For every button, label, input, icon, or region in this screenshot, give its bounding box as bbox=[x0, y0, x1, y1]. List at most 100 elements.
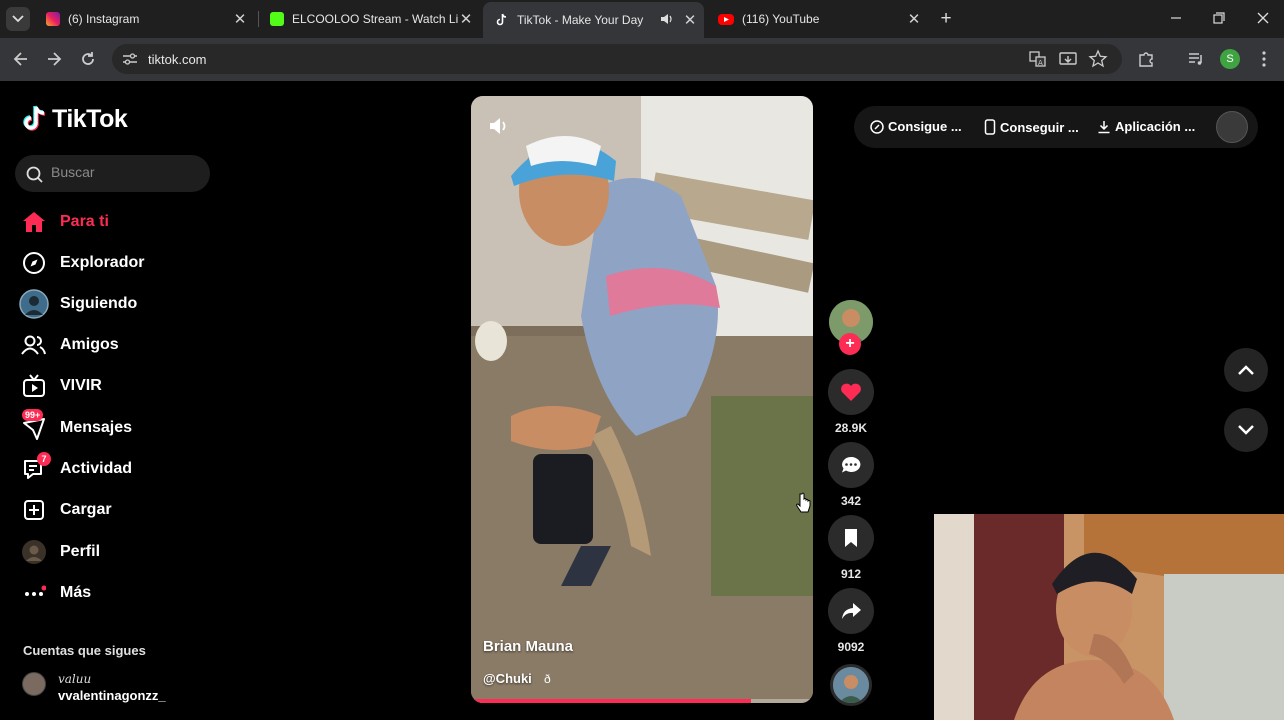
search-input[interactable] bbox=[51, 164, 201, 180]
extensions-icon[interactable] bbox=[1136, 49, 1156, 69]
follow-button[interactable]: + bbox=[839, 333, 861, 355]
tab-title: TikTok - Make Your Day bbox=[517, 13, 644, 27]
download-icon bbox=[1098, 120, 1110, 133]
messages-badge: 99+ bbox=[22, 409, 44, 421]
like-action[interactable]: 28.9K bbox=[828, 369, 874, 435]
following-accounts-heading: Cuentas que sigues bbox=[23, 643, 146, 658]
nav-item-cargar[interactable]: Cargar bbox=[18, 493, 218, 527]
nav-item-explorador[interactable]: Explorador bbox=[18, 246, 218, 280]
minimize-icon[interactable] bbox=[1166, 8, 1186, 28]
comment-button[interactable] bbox=[828, 442, 874, 488]
site-info-icon[interactable] bbox=[122, 52, 138, 66]
get-app-button[interactable]: Conseguir ... bbox=[984, 119, 1079, 135]
webcam-feed bbox=[934, 514, 1284, 720]
tab-youtube[interactable]: (116) YouTube ✕ bbox=[706, 4, 928, 34]
volume-icon[interactable] bbox=[489, 116, 511, 136]
address-bar[interactable]: tiktok.com bbox=[112, 44, 1122, 74]
video-handle[interactable]: @Chuki bbox=[483, 671, 532, 686]
close-window-icon[interactable] bbox=[1253, 8, 1273, 28]
user-avatar[interactable] bbox=[1216, 111, 1248, 143]
nav-item-mas[interactable]: Más bbox=[18, 576, 218, 610]
share-arrow-icon bbox=[842, 603, 861, 619]
close-icon[interactable]: ✕ bbox=[682, 11, 698, 29]
previous-video-button[interactable] bbox=[1224, 348, 1268, 392]
chevron-up-icon bbox=[1238, 365, 1254, 375]
kebab-menu-icon[interactable] bbox=[1254, 49, 1274, 69]
nav-item-para-ti[interactable]: Para ti bbox=[18, 205, 218, 239]
nav-label: VIVIR bbox=[60, 377, 102, 394]
tiktok-icon bbox=[23, 105, 46, 131]
instagram-icon bbox=[46, 12, 60, 26]
nav-label: Explorador bbox=[60, 254, 145, 271]
more-icon bbox=[18, 577, 50, 609]
browser-toolbar: tiktok.com A S bbox=[0, 38, 1284, 81]
nav-item-actividad[interactable]: 7 Actividad bbox=[18, 452, 218, 486]
nav-item-vivir[interactable]: VIVIR bbox=[18, 369, 218, 403]
nav-item-siguiendo[interactable]: Siguiendo bbox=[18, 287, 218, 321]
account-username: vvalentinagonzz_ bbox=[58, 688, 166, 703]
bookmark-star-icon[interactable] bbox=[1088, 49, 1108, 69]
save-button[interactable] bbox=[828, 515, 874, 561]
restore-icon[interactable] bbox=[1209, 8, 1229, 28]
tab-tiktok[interactable]: TikTok - Make Your Day ✕ bbox=[483, 2, 704, 38]
browser-tab-bar: (6) Instagram ✕ ELCOOLOO Stream - Watch … bbox=[0, 0, 1284, 38]
reload-icon[interactable] bbox=[78, 49, 98, 69]
video-frame bbox=[471, 96, 813, 703]
nav-item-mensajes[interactable]: 99+ Mensajes bbox=[18, 409, 218, 445]
nav-item-perfil[interactable]: Perfil bbox=[18, 535, 218, 569]
share-count: 9092 bbox=[837, 640, 865, 654]
tab-title: (116) YouTube bbox=[742, 12, 820, 26]
header-button-label: Consigue ... bbox=[888, 119, 962, 134]
phone-icon bbox=[984, 119, 996, 135]
comment-action[interactable]: 342 bbox=[828, 442, 874, 508]
youtube-icon bbox=[718, 13, 734, 25]
video-handle-symbol: ð bbox=[544, 672, 551, 686]
video-player[interactable]: Brian Mauna @Chuki ð bbox=[471, 96, 813, 703]
account-avatar bbox=[22, 672, 46, 696]
share-action[interactable]: 9092 bbox=[828, 588, 874, 654]
nav-label: Para ti bbox=[60, 213, 109, 230]
new-tab-button[interactable]: + bbox=[936, 8, 956, 30]
video-author-name[interactable]: Brian Mauna bbox=[483, 638, 573, 655]
tiktok-logo[interactable]: TikTok bbox=[22, 104, 128, 134]
tab-instagram[interactable]: (6) Instagram ✕ bbox=[34, 4, 254, 34]
close-icon[interactable]: ✕ bbox=[232, 10, 248, 28]
account-signature: valuu bbox=[58, 672, 92, 686]
tab-search-button[interactable] bbox=[6, 7, 30, 31]
brand-name: TikTok bbox=[52, 104, 128, 133]
nav-label: Siguiendo bbox=[60, 295, 138, 312]
comment-count: 342 bbox=[840, 494, 862, 508]
profile-avatar[interactable]: S bbox=[1220, 49, 1240, 69]
video-progress-bar[interactable] bbox=[471, 699, 813, 703]
next-video-button[interactable] bbox=[1224, 408, 1268, 452]
media-controls-icon[interactable] bbox=[1186, 49, 1206, 69]
header-actions-bar: Consigue ... Conseguir ... Aplicación ..… bbox=[854, 106, 1258, 148]
close-icon[interactable]: ✕ bbox=[906, 10, 922, 28]
tab-kick-stream[interactable]: ELCOOLOO Stream - Watch Live ✕ bbox=[258, 4, 480, 34]
nav-item-amigos[interactable]: Amigos bbox=[18, 328, 218, 362]
search-icon bbox=[26, 166, 43, 183]
search-box[interactable] bbox=[15, 155, 210, 192]
speaker-icon[interactable] bbox=[660, 13, 676, 28]
live-tv-icon bbox=[18, 370, 50, 402]
like-button[interactable] bbox=[828, 369, 874, 415]
translate-icon[interactable]: A bbox=[1028, 49, 1048, 69]
save-count: 912 bbox=[840, 567, 862, 581]
nav-label: Más bbox=[60, 584, 92, 601]
install-app-icon[interactable] bbox=[1058, 49, 1078, 69]
music-disc-avatar[interactable] bbox=[830, 664, 872, 706]
share-button[interactable] bbox=[828, 588, 874, 634]
tab-title: (6) Instagram bbox=[68, 12, 140, 26]
get-coins-button[interactable]: Consigue ... bbox=[870, 119, 962, 134]
coin-icon bbox=[870, 119, 884, 134]
save-action[interactable]: 912 bbox=[828, 515, 874, 581]
download-app-button[interactable]: Aplicación ... bbox=[1097, 119, 1195, 134]
back-arrow-icon[interactable] bbox=[11, 49, 31, 69]
bookmark-icon bbox=[845, 529, 857, 547]
upload-icon bbox=[18, 494, 50, 526]
close-icon[interactable]: ✕ bbox=[458, 10, 474, 28]
following-avatar-icon bbox=[18, 288, 50, 320]
forward-arrow-icon[interactable] bbox=[44, 49, 64, 69]
webcam-overlay bbox=[934, 514, 1284, 720]
url-text: tiktok.com bbox=[148, 52, 207, 67]
